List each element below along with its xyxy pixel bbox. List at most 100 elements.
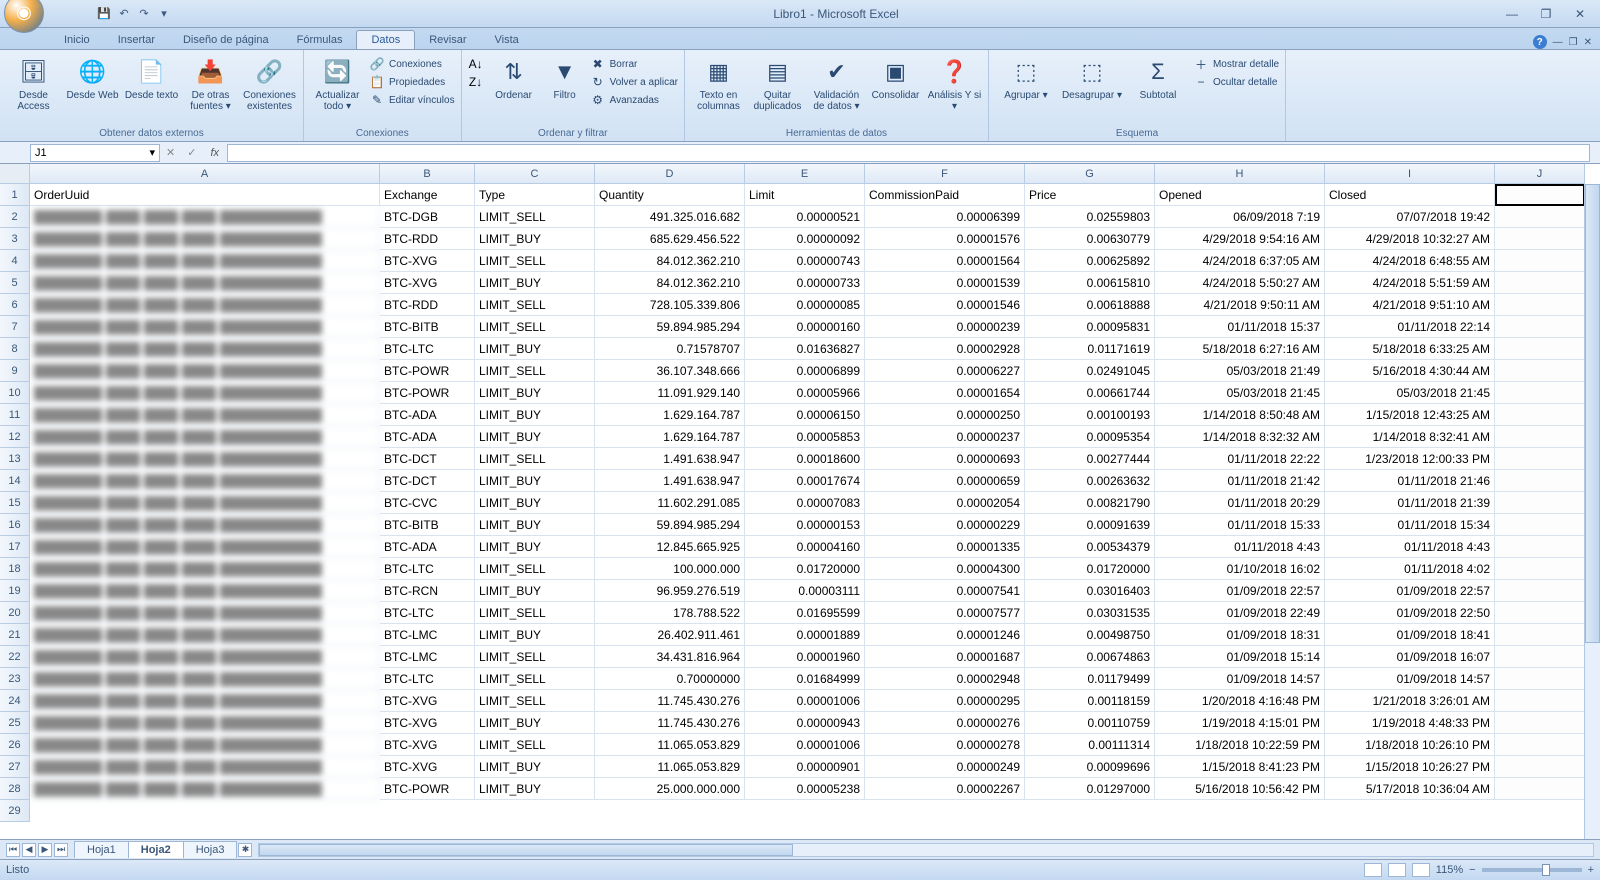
- cell[interactable]: 26.402.911.461: [595, 624, 745, 646]
- cell[interactable]: Exchange: [380, 184, 475, 206]
- cell[interactable]: 4/24/2018 5:50:27 AM: [1155, 272, 1325, 294]
- ribbon-minimize[interactable]: —: [1553, 37, 1563, 48]
- cell[interactable]: 01/09/2018 14:57: [1325, 668, 1495, 690]
- row-header-3[interactable]: 3: [0, 228, 30, 250]
- actualizar-todo-button[interactable]: 🔄 Actualizar todo ▾: [310, 52, 365, 112]
- row-header-18[interactable]: 18: [0, 558, 30, 580]
- cell[interactable]: 0.00000901: [745, 756, 865, 778]
- an-lisis-y-si--button[interactable]: ❓Análisis Y si ▾: [927, 52, 982, 112]
- cell[interactable]: 0.00000693: [865, 448, 1025, 470]
- cell[interactable]: 0.03016403: [1025, 580, 1155, 602]
- cell[interactable]: 0.01684999: [745, 668, 865, 690]
- help-icon[interactable]: ?: [1533, 35, 1547, 49]
- cell[interactable]: ████████-████-████-████-████████████: [30, 756, 380, 778]
- row-header-13[interactable]: 13: [0, 448, 30, 470]
- cell[interactable]: ████████-████-████-████-████████████: [30, 778, 380, 800]
- column-header-J[interactable]: J: [1495, 164, 1585, 184]
- row-header-11[interactable]: 11: [0, 404, 30, 426]
- cell[interactable]: BTC-LMC: [380, 646, 475, 668]
- cell[interactable]: LIMIT_SELL: [475, 734, 595, 756]
- cell[interactable]: ████████-████-████-████-████████████: [30, 624, 380, 646]
- minimize-button[interactable]: —: [1500, 4, 1524, 24]
- cell[interactable]: 0.00002267: [865, 778, 1025, 800]
- cell[interactable]: ████████-████-████-████-████████████: [30, 382, 380, 404]
- cell[interactable]: ████████-████-████-████-████████████: [30, 734, 380, 756]
- cell[interactable]: [1495, 492, 1585, 514]
- cell[interactable]: 25.000.000.000: [595, 778, 745, 800]
- cell[interactable]: 0.00534379: [1025, 536, 1155, 558]
- cell[interactable]: 01/09/2018 22:50: [1325, 602, 1495, 624]
- row-header-16[interactable]: 16: [0, 514, 30, 536]
- ordenar-button[interactable]: ⇅ Ordenar: [488, 52, 540, 101]
- cell[interactable]: 01/11/2018 21:39: [1325, 492, 1495, 514]
- cell[interactable]: 01/11/2018 22:22: [1155, 448, 1325, 470]
- cell[interactable]: 59.894.985.294: [595, 514, 745, 536]
- cell[interactable]: 01/11/2018 4:43: [1325, 536, 1495, 558]
- cell[interactable]: 84.012.362.210: [595, 250, 745, 272]
- cell[interactable]: ████████-████-████-████-████████████: [30, 602, 380, 624]
- sheet-nav-prev[interactable]: ◀: [22, 843, 36, 857]
- view-normal-button[interactable]: [1364, 863, 1382, 877]
- cell[interactable]: [1495, 338, 1585, 360]
- name-box-dropdown-icon[interactable]: ▾: [149, 146, 155, 159]
- cell[interactable]: 0.00001654: [865, 382, 1025, 404]
- name-box[interactable]: J1 ▾: [30, 144, 160, 162]
- cell[interactable]: 0.00618888: [1025, 294, 1155, 316]
- cell[interactable]: BTC-XVG: [380, 756, 475, 778]
- cell[interactable]: LIMIT_BUY: [475, 404, 595, 426]
- cell[interactable]: 0.00001246: [865, 624, 1025, 646]
- conexiones-existentes-button[interactable]: 🔗Conexiones existentes: [242, 52, 297, 112]
- horizontal-scrollbar[interactable]: [258, 843, 1594, 857]
- zoom-slider[interactable]: [1482, 868, 1582, 872]
- zoom-out-button[interactable]: −: [1469, 864, 1475, 876]
- cell[interactable]: [1495, 646, 1585, 668]
- insert-sheet-button[interactable]: ✱: [238, 843, 252, 857]
- cell[interactable]: ████████-████-████-████-████████████: [30, 580, 380, 602]
- cell[interactable]: 0.00000276: [865, 712, 1025, 734]
- cell[interactable]: ████████-████-████-████-████████████: [30, 206, 380, 228]
- cell[interactable]: [1495, 382, 1585, 404]
- cell[interactable]: Type: [475, 184, 595, 206]
- cell[interactable]: 0.00625892: [1025, 250, 1155, 272]
- sheet-tab-hoja2[interactable]: Hoja2: [128, 841, 184, 858]
- cell[interactable]: ████████-████-████-████-████████████: [30, 492, 380, 514]
- cell[interactable]: BTC-RCN: [380, 580, 475, 602]
- cell[interactable]: ████████-████-████-████-████████████: [30, 360, 380, 382]
- column-header-I[interactable]: I: [1325, 164, 1495, 184]
- cell[interactable]: BTC-BITB: [380, 316, 475, 338]
- cell[interactable]: 1/19/2018 4:48:33 PM: [1325, 712, 1495, 734]
- cell[interactable]: BTC-POWR: [380, 360, 475, 382]
- zoom-slider-knob[interactable]: [1542, 864, 1550, 876]
- cell[interactable]: [1495, 778, 1585, 800]
- cell[interactable]: ████████-████-████-████-████████████: [30, 514, 380, 536]
- desde-web-button[interactable]: 🌐Desde Web: [65, 52, 120, 101]
- cell[interactable]: 11.091.929.140: [595, 382, 745, 404]
- row-header-29[interactable]: 29: [0, 800, 30, 822]
- cell[interactable]: 06/09/2018 7:19: [1155, 206, 1325, 228]
- sheet-nav-first[interactable]: ⏮: [6, 843, 20, 857]
- cell[interactable]: 11.745.430.276: [595, 712, 745, 734]
- cell[interactable]: 01/11/2018 22:14: [1325, 316, 1495, 338]
- sort-desc-button[interactable]: Z↓: [468, 74, 484, 90]
- cell[interactable]: BTC-XVG: [380, 734, 475, 756]
- cell[interactable]: 01/09/2018 22:49: [1155, 602, 1325, 624]
- cell[interactable]: BTC-LTC: [380, 668, 475, 690]
- zoom-in-button[interactable]: +: [1588, 864, 1594, 876]
- cell[interactable]: 0.00000733: [745, 272, 865, 294]
- cell[interactable]: [1495, 602, 1585, 624]
- close-button[interactable]: ✕: [1568, 4, 1592, 24]
- row-header-17[interactable]: 17: [0, 536, 30, 558]
- borrar-button[interactable]: ✖Borrar: [590, 56, 678, 72]
- cell[interactable]: OrderUuid: [30, 184, 380, 206]
- view-page-layout-button[interactable]: [1388, 863, 1406, 877]
- cell[interactable]: ████████-████-████-████-████████████: [30, 668, 380, 690]
- cell[interactable]: LIMIT_BUY: [475, 536, 595, 558]
- cell[interactable]: 0.00003111: [745, 580, 865, 602]
- cell[interactable]: 0.00000239: [865, 316, 1025, 338]
- row-header-10[interactable]: 10: [0, 382, 30, 404]
- row-header-20[interactable]: 20: [0, 602, 30, 624]
- cell[interactable]: 0.00001960: [745, 646, 865, 668]
- zoom-level[interactable]: 115%: [1436, 864, 1463, 876]
- cell[interactable]: 1/18/2018 10:22:59 PM: [1155, 734, 1325, 756]
- cell[interactable]: BTC-RDD: [380, 228, 475, 250]
